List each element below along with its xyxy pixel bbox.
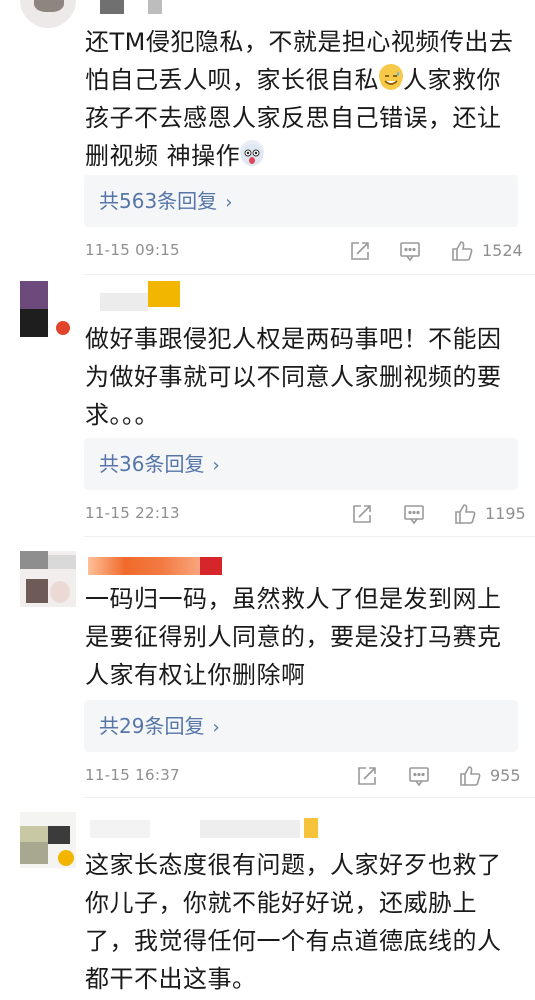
username-redacted[interactable] [90,820,150,838]
avatar[interactable] [20,0,76,28]
username-badge [148,281,180,307]
username-redacted[interactable] [100,293,148,311]
comment-text: 这家长态度很有问题，人家好歹也救了你儿子，你就不能好好说，还威胁上了，我觉得任何… [85,851,502,993]
comment-text: 还TM侵犯隐私，不就是担心视频传出去怕自己丢人呗，家长很自私 人家救你孩子不去感恩… [85,28,514,170]
comment-icon[interactable] [402,502,426,526]
comment-4: 这家长态度很有问题，人家好歹也救了你儿子，你就不能好好说，还威胁上了，我觉得任何… [0,798,535,1000]
username-redacted[interactable] [100,0,124,14]
like-count: 955 [490,766,521,785]
share-icon[interactable] [350,502,374,526]
comment-meta: 11-15 09:15 1524 [85,239,525,263]
avatar[interactable] [20,551,76,607]
thumbs-up-icon[interactable] [458,764,482,788]
timestamp: 11-15 16:37 [85,766,180,784]
share-icon[interactable] [355,764,379,788]
comment-1: 还TM侵犯隐私，不就是担心视频传出去怕自己丢人呗，家长很自私 人家救你孩子不去感恩… [0,0,535,272]
comment-text: 做好事跟侵犯人权是两码事吧！不能因为做好事就可以不同意人家删视频的要求。。。 [85,325,502,429]
chevron-right-icon: › [225,192,233,213]
username-redacted-2 [200,820,300,838]
avatar[interactable] [20,281,76,337]
reply-count-label: 共563条回复 [99,189,218,213]
sweat-smile-emoji-icon [379,64,403,90]
reply-count-label: 共36条回复 [99,452,205,476]
comment-text: 一码归一码，虽然救人了但是发到网上是要征得别人同意的，要是没打马赛克人家有权让你… [85,585,502,689]
comment-icon[interactable] [407,764,431,788]
timestamp: 11-15 22:13 [85,504,180,522]
view-replies-button[interactable]: 共563条回复 › [84,175,518,227]
thumbs-up-icon[interactable] [453,502,477,526]
view-replies-button[interactable]: 共29条回复 › [84,700,518,752]
username-badge [200,557,222,575]
avatar[interactable] [20,812,76,868]
username-badge [304,818,318,838]
username-redacted[interactable] [88,557,200,575]
timestamp: 11-15 09:15 [85,241,180,259]
reply-count-label: 共29条回复 [99,714,205,738]
comment-2: 做好事跟侵犯人权是两码事吧！不能因为做好事就可以不同意人家删视频的要求。。。 共… [0,275,535,537]
like-count: 1524 [482,241,523,260]
share-icon[interactable] [348,239,372,263]
chevron-right-icon: › [212,717,220,738]
comment-icon[interactable] [398,239,422,263]
username-redacted-2 [148,0,162,14]
comment-meta: 11-15 16:37 955 [85,764,525,788]
shocked-emoji-icon [240,140,265,166]
thumbs-up-icon[interactable] [450,239,474,263]
comment-3: 一码归一码，虽然救人了但是发到网上是要征得别人同意的，要是没打马赛克人家有权让你… [0,537,535,799]
comment-meta: 11-15 22:13 1195 [85,502,526,526]
like-count: 1195 [485,504,526,523]
chevron-right-icon: › [212,455,220,476]
view-replies-button[interactable]: 共36条回复 › [84,438,518,490]
